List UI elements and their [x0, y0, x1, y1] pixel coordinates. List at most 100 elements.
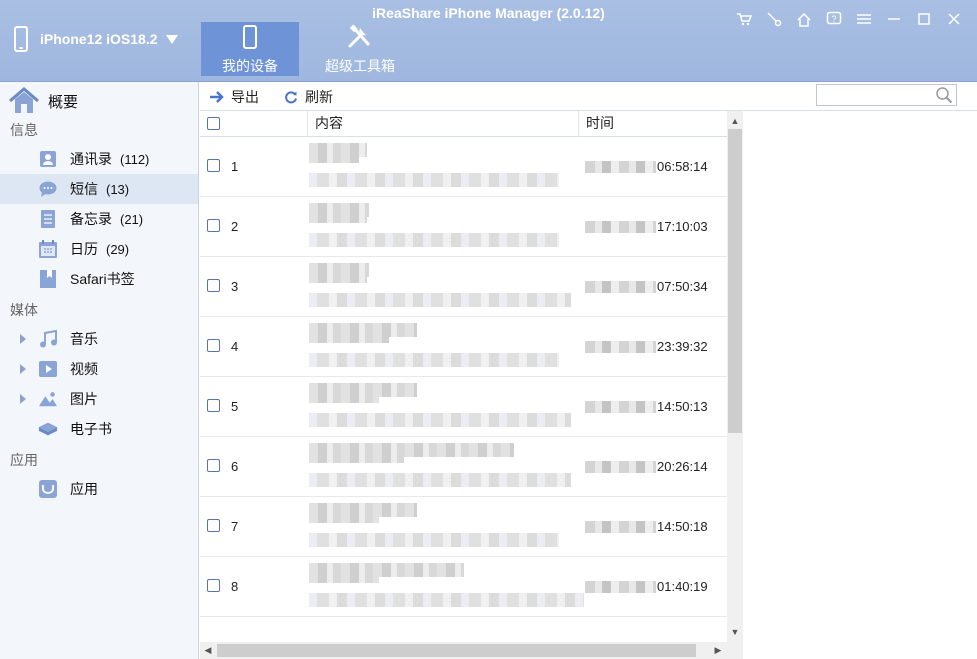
maximize-icon [918, 13, 930, 25]
redacted-message [309, 533, 559, 547]
redacted-message [309, 293, 571, 307]
row-checkbox[interactable] [207, 579, 220, 592]
toolbar: 导出 刷新 [200, 82, 977, 111]
sidebar-item-label: 概要 [48, 93, 79, 111]
row-checkbox[interactable] [207, 519, 220, 532]
scroll-right-icon[interactable]: ▶ [710, 642, 726, 659]
minimize-button[interactable] [879, 8, 909, 30]
table-row[interactable]: 2 17:10:03 [200, 197, 727, 257]
search-box [816, 84, 957, 106]
sidebar-item-photos[interactable]: 图片 [0, 384, 198, 414]
home-icon [9, 87, 39, 113]
redacted-message [309, 173, 559, 187]
table-row[interactable]: 6 20:26:14 [200, 437, 727, 497]
horizontal-scrollbar[interactable]: ◀ ▶ [200, 642, 743, 659]
select-all-cell [200, 111, 307, 137]
window-controls: ? [729, 8, 969, 30]
tab-toolbox[interactable]: 超级工具箱 [311, 22, 409, 76]
table-row[interactable]: 8 01:40:19 [200, 557, 727, 617]
tab-my-device[interactable]: 我的设备 [201, 22, 299, 76]
row-number: 3 [231, 279, 239, 294]
menu-button[interactable] [849, 8, 879, 30]
row-number: 8 [231, 579, 239, 594]
row-time: 14:50:18 [585, 519, 708, 534]
table-row[interactable]: 5 14:50:13 [200, 377, 727, 437]
table-row[interactable]: 1 06:58:14 [200, 137, 727, 197]
expand-arrow-icon[interactable] [20, 334, 26, 344]
redacted-sender [309, 575, 379, 583]
time-value: 06:58:14 [657, 159, 708, 174]
item-count: (29) [106, 241, 130, 257]
sidebar-item-label: 音乐 [70, 331, 98, 347]
cart-button[interactable] [729, 8, 759, 30]
close-button[interactable] [939, 8, 969, 30]
sidebar-item-contacts[interactable]: 通讯录 (112) [0, 144, 198, 174]
group-media: 媒体 [10, 302, 38, 318]
redacted-date [585, 460, 656, 473]
time-value: 14:50:13 [657, 399, 708, 414]
row-checkbox[interactable] [207, 279, 220, 292]
vertical-scrollbar[interactable]: ▲ ▼ [727, 111, 743, 642]
expand-arrow-icon[interactable] [20, 394, 26, 404]
row-time: 14:50:13 [585, 399, 708, 414]
sidebar-item-apps[interactable]: 应用 [0, 474, 198, 504]
help-button[interactable]: ? [819, 8, 849, 30]
sidebar-item-messages[interactable]: 短信 (13) [0, 174, 198, 204]
redacted-sender [309, 515, 379, 523]
sidebar-item-label: 日历 [70, 241, 98, 257]
search-input[interactable] [817, 85, 932, 105]
register-button[interactable] [759, 8, 789, 30]
redacted-sender [309, 275, 367, 283]
scroll-thumb[interactable] [728, 129, 742, 433]
sidebar-item-label: 短信 [70, 181, 98, 197]
item-count: (13) [106, 181, 130, 197]
search-icon[interactable] [935, 86, 953, 104]
column-header-content[interactable]: 内容 [307, 111, 583, 137]
row-checkbox[interactable] [207, 219, 220, 232]
expand-arrow-icon[interactable] [20, 364, 26, 374]
table-row[interactable]: 4 23:39:32 [200, 317, 727, 377]
row-number: 7 [231, 519, 239, 534]
redacted-date [585, 520, 656, 533]
row-checkbox[interactable] [207, 399, 220, 412]
export-label: 导出 [231, 89, 259, 105]
row-number: 5 [231, 399, 239, 414]
detail-pane [743, 111, 977, 659]
bookmark-icon [38, 269, 58, 289]
sidebar-item-label: 视频 [70, 361, 98, 377]
refresh-button[interactable]: 刷新 [283, 87, 333, 107]
group-apps: 应用 [10, 452, 38, 468]
sidebar-item-ebooks[interactable]: 电子书 [0, 414, 198, 444]
scroll-thumb[interactable] [217, 644, 696, 657]
refresh-icon [283, 89, 299, 105]
tools-icon [348, 24, 370, 48]
select-all-checkbox[interactable] [207, 117, 220, 130]
home-button[interactable] [789, 8, 819, 30]
row-checkbox[interactable] [207, 339, 220, 352]
column-header-time[interactable]: 时间 [578, 111, 727, 137]
redacted-sender [309, 395, 379, 403]
messages-icon [38, 179, 58, 199]
row-checkbox[interactable] [207, 159, 220, 172]
item-count: (21) [120, 211, 144, 227]
redacted-message [309, 473, 571, 487]
device-selector[interactable]: iPhone12 iOS18.2 [14, 24, 178, 54]
sidebar-item-notes[interactable]: 备忘录 (21) [0, 204, 198, 234]
phone-icon [14, 26, 28, 52]
sidebar-item-video[interactable]: 视频 [0, 354, 198, 384]
sidebar-item-overview[interactable]: 概要 [8, 86, 78, 116]
scroll-left-icon[interactable]: ◀ [200, 642, 216, 659]
export-button[interactable]: 导出 [209, 87, 259, 107]
scroll-down-icon[interactable]: ▼ [727, 624, 743, 640]
table-row[interactable]: 3 07:50:34 [200, 257, 727, 317]
title-bar: iReaShare iPhone Manager (2.0.12) iPhone… [0, 0, 977, 82]
scroll-up-icon[interactable]: ▲ [727, 113, 743, 129]
notes-icon [38, 209, 58, 229]
maximize-button[interactable] [909, 8, 939, 30]
sidebar-item-calendar[interactable]: 日历 (29) [0, 234, 198, 264]
sidebar-item-safari-bookmarks[interactable]: Safari书签 [0, 264, 198, 294]
time-value: 14:50:18 [657, 519, 708, 534]
table-row[interactable]: 7 14:50:18 [200, 497, 727, 557]
row-checkbox[interactable] [207, 459, 220, 472]
sidebar-item-music[interactable]: 音乐 [0, 324, 198, 354]
